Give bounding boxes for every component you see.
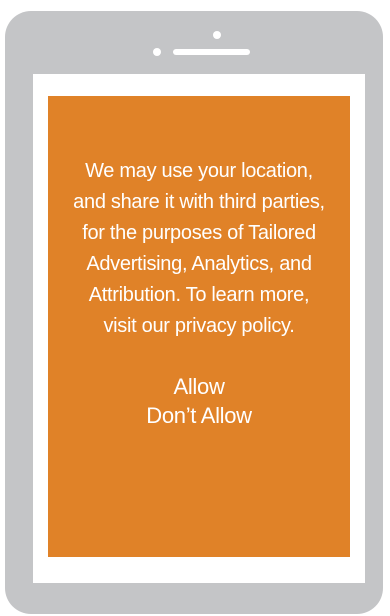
sensor-dot-icon <box>213 31 221 39</box>
message-line: visit our privacy policy. <box>103 315 295 337</box>
dont-allow-button[interactable]: Don’t Allow <box>146 401 252 430</box>
phone-frame: We may use your location, and share it w… <box>5 11 383 614</box>
camera-icon <box>153 48 161 56</box>
phone-screen: We may use your location, and share it w… <box>33 74 365 583</box>
message-line: We may use your location, <box>85 160 313 182</box>
message-line: Advertising, Analytics, and <box>86 253 312 275</box>
permission-message: We may use your location, and share it w… <box>56 156 342 342</box>
location-permission-dialog: We may use your location, and share it w… <box>48 96 350 557</box>
dialog-actions: Allow Don’t Allow <box>56 372 342 430</box>
message-line: and share it with third parties, <box>73 191 325 213</box>
message-line: Attribution. To learn more, <box>88 284 310 306</box>
speaker-icon <box>173 49 250 55</box>
message-line: for the purposes of Tailored <box>82 222 316 244</box>
allow-button[interactable]: Allow <box>173 372 224 401</box>
